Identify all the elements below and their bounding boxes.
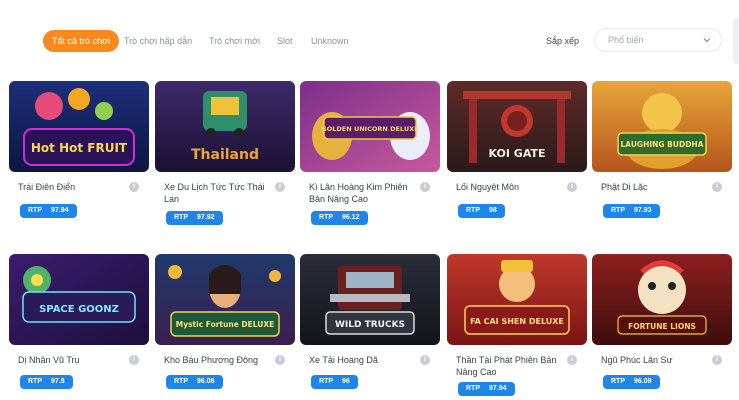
game-name: Ngũ Phúc Lân Sư: [601, 355, 673, 365]
filter-bar: Tất cả trò chơi Trò chơi hấp dẫn Trò chơ…: [0, 0, 739, 78]
game-thumbnail[interactable]: FA CAI SHEN DELUXE: [447, 254, 587, 345]
info-icon[interactable]: i: [712, 182, 722, 192]
game-thumbnail[interactable]: FORTUNE LIONS: [592, 254, 732, 345]
game-name: Thần Tài Phát Phiên Bản Nâng Cao: [456, 355, 557, 377]
rtp-badge: RTP 96: [311, 375, 358, 389]
rtp-badge: RTP 96.12: [311, 211, 368, 225]
game-thumbnail[interactable]: LAUGHING BUDDHA: [592, 81, 732, 172]
tab-all-games[interactable]: Tất cả trò chơi: [43, 30, 119, 52]
game-thumbnail[interactable]: Hot Hot FRUIT: [9, 81, 149, 172]
game-name: Phật Di Lặc: [601, 182, 648, 192]
game-thumbnail[interactable]: KOI GATE: [447, 81, 587, 172]
game-logo: GOLDEN UNICORN DELUXE: [321, 125, 418, 133]
sort-select[interactable]: Phổ biến: [594, 28, 722, 52]
game-name: Xe Tải Hoang Dã: [309, 355, 378, 365]
game-logo: KOI GATE: [488, 147, 545, 160]
info-icon[interactable]: i: [275, 182, 285, 192]
sort-select-value: Phổ biến: [608, 35, 644, 45]
rtp-badge: RTP 97.93: [603, 204, 660, 218]
info-icon[interactable]: i: [567, 182, 577, 192]
game-name: Kì Lân Hoàng Kim Phiên Bản Nâng Cao: [309, 182, 408, 204]
rtp-badge: RTP 97.94: [458, 382, 515, 396]
game-logo: FA CAI SHEN DELUXE: [470, 317, 564, 326]
tab-slot[interactable]: Slot: [277, 30, 293, 52]
rtp-badge: RTP 96.09: [603, 375, 660, 389]
info-icon[interactable]: i: [420, 182, 430, 192]
info-icon[interactable]: i: [420, 355, 430, 365]
game-logo: Mystic Fortune DELUXE: [176, 320, 275, 329]
info-icon[interactable]: i: [712, 355, 722, 365]
game-logo: FORTUNE LIONS: [628, 322, 696, 331]
info-icon[interactable]: i: [567, 355, 577, 365]
rtp-badge: RTP 98: [458, 204, 505, 218]
scroll-edge: [733, 18, 739, 64]
game-thumbnail[interactable]: Thailand: [155, 81, 295, 172]
game-thumbnail[interactable]: GOLDEN UNICORN DELUXE: [300, 81, 440, 172]
chevron-down-icon: [703, 38, 711, 43]
rtp-badge: RTP 97.8: [20, 375, 73, 389]
tab-unknown[interactable]: Unknown: [311, 30, 349, 52]
rtp-badge: RTP 97.92: [166, 211, 223, 225]
game-name: Xe Du Lịch Tức Tức Thái Lan: [164, 182, 265, 204]
info-icon[interactable]: i: [275, 355, 285, 365]
tab-new-games[interactable]: Trò chơi mới: [209, 30, 260, 52]
game-logo: SPACE GOONZ: [39, 304, 119, 315]
game-thumbnail[interactable]: SPACE GOONZ: [9, 254, 149, 345]
game-logo: Thailand: [191, 147, 259, 163]
game-name: Kho Báu Phương Đông: [164, 355, 258, 365]
game-thumbnail[interactable]: WILD TRUCKS: [300, 254, 440, 345]
game-logo: Hot Hot FRUIT: [31, 141, 128, 155]
game-thumbnail[interactable]: Mystic Fortune DELUXE: [155, 254, 295, 345]
rtp-badge: RTP 96.06: [166, 375, 223, 389]
game-name: Lối Nguyệt Môn: [456, 182, 520, 192]
rtp-badge: RTP 97.94: [20, 204, 77, 218]
tab-hot-games[interactable]: Trò chơi hấp dẫn: [124, 30, 192, 52]
info-icon[interactable]: i: [129, 182, 139, 192]
info-icon[interactable]: i: [129, 355, 139, 365]
sort-label: Sắp xếp: [546, 36, 580, 46]
game-name: Trái Điên Điển: [18, 182, 76, 192]
game-logo: WILD TRUCKS: [335, 320, 405, 330]
game-logo: LAUGHING BUDDHA: [620, 140, 703, 149]
game-name: Dị Nhân Vũ Trụ: [18, 355, 80, 365]
